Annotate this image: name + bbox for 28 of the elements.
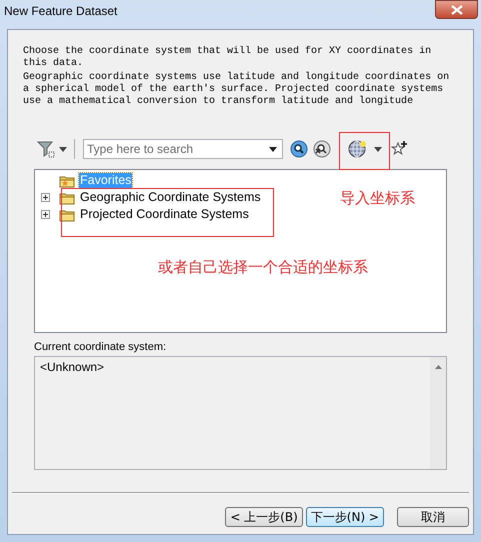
description-text: Choose the coordinate system that will be used for XY coordinates in this data. xyxy=(23,46,432,70)
coordinate-system-text: <Unknown> xyxy=(39,359,106,376)
annotation-text: 导入坐标系 xyxy=(340,189,415,208)
close-icon xyxy=(450,4,462,14)
tree-item[interactable]: Geographic Coordinate Systems xyxy=(79,190,262,205)
clear-search-icon[interactable] xyxy=(313,140,331,158)
search-icon[interactable] xyxy=(290,140,308,158)
highlight-frame xyxy=(339,132,390,170)
caret-icon[interactable] xyxy=(374,146,382,152)
dialog-button[interactable]: 取消 xyxy=(397,507,469,527)
expand-icon[interactable] xyxy=(41,210,50,219)
tree-item[interactable]: Projected Coordinate Systems xyxy=(79,207,250,222)
annotation-text: 或者自己选择一个合适的坐标系 xyxy=(158,258,368,277)
description-text: Geographic coordinate systems use latitude and longitude coordinates on a spherical model of the earth's surface. Projected coordinate systems use a mathematical conversion to transform latitude and longitude xyxy=(23,72,450,108)
scroll-up-icon[interactable] xyxy=(434,365,442,369)
globe-icon[interactable] xyxy=(348,139,368,159)
dialog-button[interactable]: 下一步(N) > xyxy=(306,507,384,527)
window-title: New Feature Dataset xyxy=(4,4,118,18)
caret-icon[interactable] xyxy=(59,146,67,152)
close-button[interactable] xyxy=(435,0,478,19)
dropdown-icon[interactable] xyxy=(269,147,277,152)
dialog-button[interactable]: < 上一步(B) xyxy=(225,507,303,527)
field-label: Current coordinate system: xyxy=(34,341,168,353)
add-favorite-icon[interactable] xyxy=(391,141,407,157)
filter-icon[interactable] xyxy=(37,140,55,158)
search-field[interactable]: Type here to search xyxy=(83,139,283,159)
scrollbar[interactable] xyxy=(430,357,446,469)
expand-icon[interactable] xyxy=(41,193,50,202)
